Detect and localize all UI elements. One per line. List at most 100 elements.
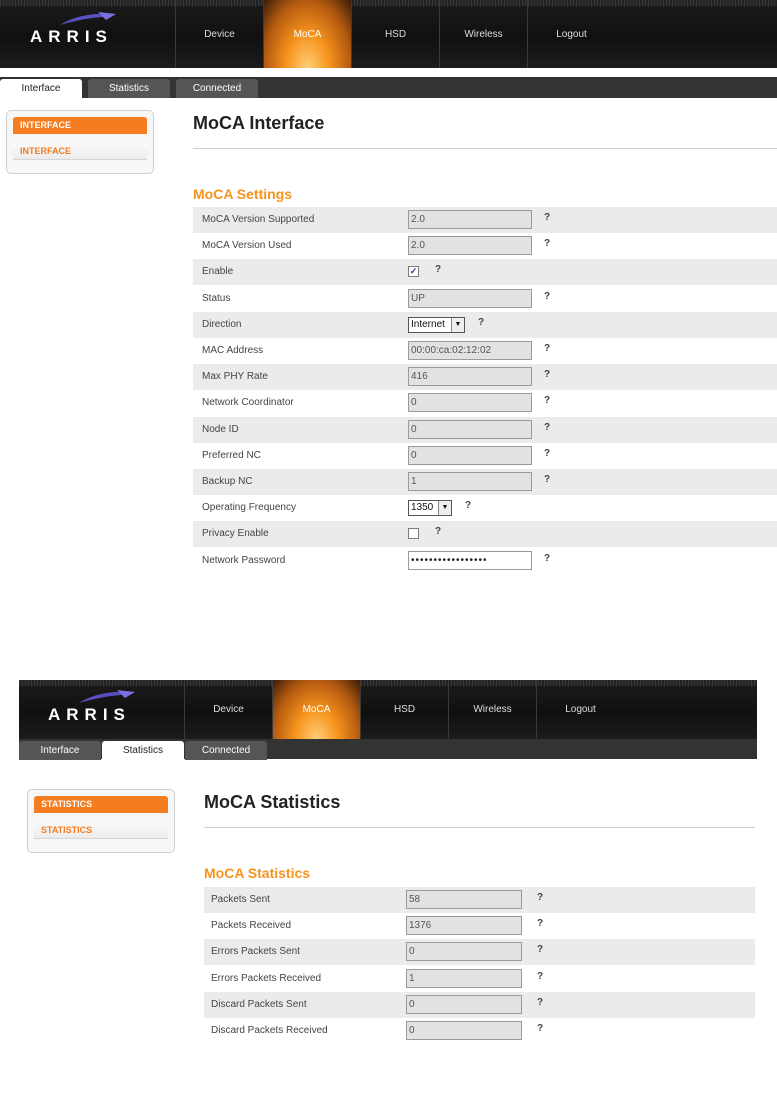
setting-row-operating-frequency: Operating Frequency 1350 ▼? <box>193 495 777 521</box>
side-menu-item-statistics[interactable]: STATISTICS <box>34 822 168 839</box>
main-nav: Device MoCA HSD Wireless Logout <box>175 0 615 68</box>
setting-label: Max PHY Rate <box>202 371 268 383</box>
password-field[interactable]: ••••••••••••••••• <box>408 550 532 570</box>
field-preferred-nc: 0 <box>408 445 532 465</box>
nav-device[interactable]: Device <box>184 680 272 739</box>
setting-row-mac-address: MAC Address 00:00:ca:02:12:02? <box>193 338 777 364</box>
nav-moca[interactable]: MoCA <box>263 0 351 68</box>
select-value: 1350 <box>411 502 434 514</box>
setting-row-direction: Direction Internet ▼? <box>193 311 777 338</box>
field-node-id: 0 <box>408 419 532 439</box>
setting-label: Direction <box>202 318 242 330</box>
field-status: UP <box>408 288 532 308</box>
setting-row-moca-version-supported: MoCA Version Supported 2.0? <box>193 207 777 233</box>
help-icon[interactable]: ? <box>541 395 553 407</box>
help-icon[interactable]: ? <box>534 971 546 983</box>
nav-wireless[interactable]: Wireless <box>448 680 536 739</box>
page-title: MoCA Statistics <box>204 792 341 812</box>
nav-logout[interactable]: Logout <box>536 680 624 739</box>
checkbox-privacy-enable[interactable] <box>408 528 419 540</box>
help-icon[interactable]: ? <box>534 1023 546 1035</box>
stat-row-packets-received: Packets Received 1376? <box>204 913 755 939</box>
help-icon[interactable]: ? <box>534 944 546 956</box>
select-operating-frequency[interactable]: 1350 ▼ <box>408 500 452 517</box>
setting-row-status: Status UP? <box>193 286 777 312</box>
setting-label: MAC Address <box>202 345 264 356</box>
field-errors-packets-sent: 0 <box>406 942 522 962</box>
nav-wireless[interactable]: Wireless <box>439 0 527 68</box>
setting-row-enable: Enable ✓? <box>193 259 777 286</box>
title-divider <box>204 827 755 828</box>
setting-label: Preferred NC <box>202 449 261 461</box>
arris-logo: ARRIS <box>48 705 131 724</box>
field-backup-nc: 1 <box>408 472 532 491</box>
setting-label: Status <box>202 292 231 304</box>
field-moca-version-supported: 2.0 <box>408 210 532 229</box>
checkbox-enable[interactable]: ✓ <box>408 266 419 278</box>
title-divider <box>193 148 777 149</box>
help-icon[interactable]: ? <box>475 317 487 329</box>
field-errors-packets-received: 1 <box>406 968 522 988</box>
help-icon[interactable]: ? <box>534 918 546 930</box>
moca-statistics-screen: ARRIS Device MoCA HSD Wireless Logout In… <box>19 680 757 1100</box>
field-packets-sent: 58 <box>406 890 522 909</box>
nav-device[interactable]: Device <box>175 0 263 68</box>
chevron-down-icon[interactable]: ▼ <box>438 501 451 516</box>
chevron-down-icon[interactable]: ▼ <box>451 317 464 332</box>
sub-tab-bar: Interface Statistics Connected <box>0 77 777 98</box>
tab-statistics[interactable]: Statistics <box>102 741 184 760</box>
help-icon[interactable]: ? <box>534 997 546 1009</box>
setting-label: Node ID <box>202 423 239 435</box>
arris-logo: ARRIS <box>30 27 113 46</box>
tab-statistics[interactable]: Statistics <box>88 79 170 98</box>
moca-interface-screen: ARRIS Device MoCA HSD Wireless Logout In… <box>0 0 777 590</box>
page-title: MoCA Interface <box>193 113 325 133</box>
help-icon[interactable]: ? <box>541 448 553 460</box>
stat-row-packets-sent: Packets Sent 58? <box>204 887 755 913</box>
side-menu-heading: STATISTICS <box>34 796 168 813</box>
side-menu-heading: INTERFACE <box>13 117 147 134</box>
field-discard-packets-sent: 0 <box>406 994 522 1014</box>
arris-swoosh-icon <box>79 690 135 703</box>
side-menu: STATISTICS STATISTICS <box>27 789 175 853</box>
stat-row-discard-packets-received: Discard Packets Received 0? <box>204 1018 755 1044</box>
help-icon[interactable]: ? <box>541 238 553 250</box>
help-icon[interactable]: ? <box>541 291 553 303</box>
stat-label: Errors Packets Sent <box>211 946 300 958</box>
top-header: ARRIS Device MoCA HSD Wireless Logout <box>0 0 777 68</box>
help-icon[interactable]: ? <box>541 422 553 434</box>
help-icon[interactable]: ? <box>541 212 553 224</box>
setting-label: MoCA Version Supported <box>202 214 315 225</box>
setting-row-privacy-enable: Privacy Enable? <box>193 521 777 548</box>
select-direction[interactable]: Internet ▼ <box>408 316 465 333</box>
help-icon[interactable]: ? <box>541 369 553 381</box>
setting-label: MoCA Version Used <box>202 240 292 252</box>
tab-connected[interactable]: Connected <box>176 79 258 98</box>
nav-hsd[interactable]: HSD <box>360 680 448 739</box>
help-icon[interactable]: ? <box>541 474 553 486</box>
help-icon[interactable]: ? <box>432 264 444 276</box>
help-icon[interactable]: ? <box>432 526 444 538</box>
setting-row-preferred-nc: Preferred NC 0? <box>193 443 777 469</box>
nav-hsd[interactable]: HSD <box>351 0 439 68</box>
help-icon[interactable]: ? <box>462 500 474 512</box>
main-nav: Device MoCA HSD Wireless Logout <box>184 680 624 739</box>
tab-interface[interactable]: Interface <box>19 741 101 760</box>
tab-connected[interactable]: Connected <box>185 741 267 760</box>
stat-row-discard-packets-sent: Discard Packets Sent 0? <box>204 991 755 1018</box>
setting-row-max-phy-rate: Max PHY Rate 416? <box>193 364 777 391</box>
help-icon[interactable]: ? <box>541 343 553 355</box>
help-icon[interactable]: ? <box>541 553 553 565</box>
tab-interface[interactable]: Interface <box>0 79 82 98</box>
help-icon[interactable]: ? <box>534 892 546 904</box>
nav-logout[interactable]: Logout <box>527 0 615 68</box>
setting-row-backup-nc: Backup NC 1? <box>193 469 777 495</box>
stat-row-errors-packets-received: Errors Packets Received 1? <box>204 966 755 992</box>
side-menu-item-interface[interactable]: INTERFACE <box>13 143 147 160</box>
setting-label: Network Coordinator <box>202 397 294 409</box>
setting-label: Enable <box>202 266 234 278</box>
field-discard-packets-received: 0 <box>406 1021 522 1040</box>
setting-row-node-id: Node ID 0? <box>193 416 777 443</box>
nav-moca[interactable]: MoCA <box>272 680 360 739</box>
setting-row-network-password: Network Password •••••••••••••••••? <box>193 548 777 574</box>
